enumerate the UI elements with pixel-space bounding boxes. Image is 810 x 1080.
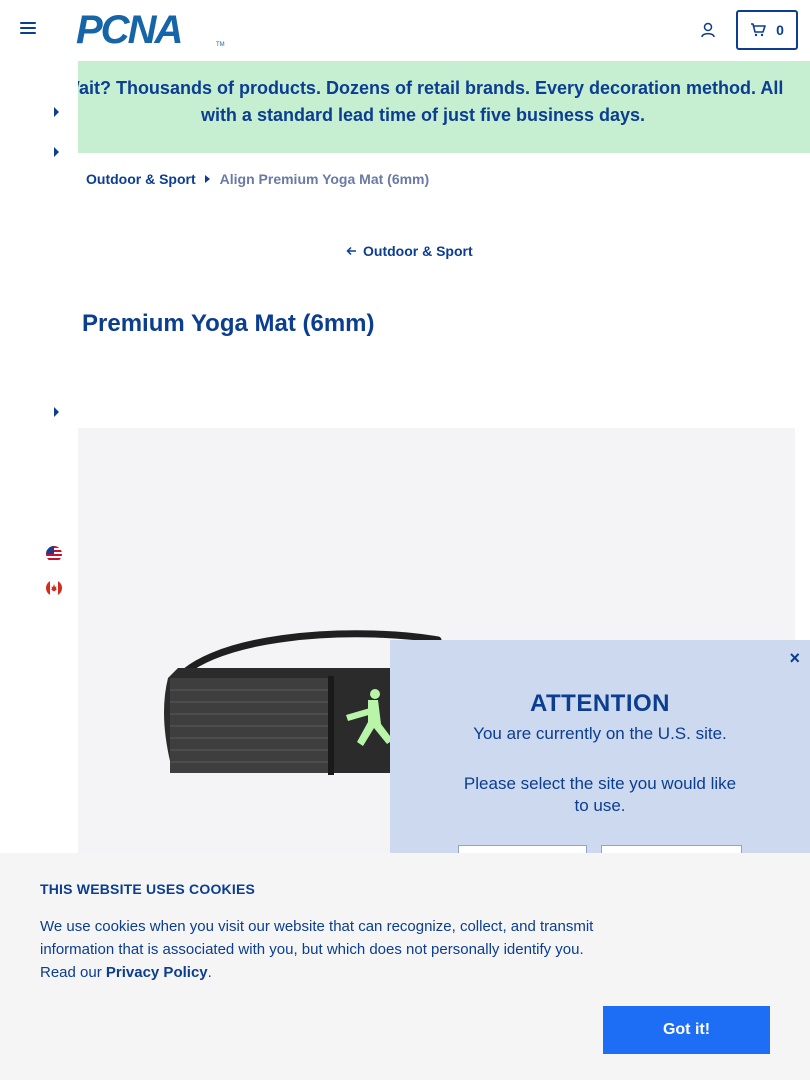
back-to-category-link[interactable]: Outdoor & Sport bbox=[346, 243, 473, 259]
side-caret-icon[interactable] bbox=[54, 147, 59, 157]
canada-flag-icon[interactable] bbox=[46, 580, 62, 596]
cookie-title: THIS WEBSITE USES COOKIES bbox=[40, 881, 256, 897]
breadcrumb-separator-icon bbox=[204, 175, 210, 183]
cookie-banner: THIS WEBSITE USES COOKIES We use cookies… bbox=[0, 853, 810, 1080]
cookie-period: . bbox=[207, 964, 212, 981]
promo-banner: Wait? Thousands of products. Dozens of r… bbox=[78, 61, 810, 153]
site-header: PCNA TM 0 bbox=[0, 0, 810, 61]
privacy-policy-link[interactable]: Privacy Policy bbox=[106, 964, 208, 981]
breadcrumb-category-link[interactable]: Outdoor & Sport bbox=[86, 171, 196, 187]
hamburger-menu-icon[interactable] bbox=[20, 22, 36, 36]
close-icon[interactable]: × bbox=[789, 648, 800, 669]
modal-prompt: Please select the site you would like to… bbox=[463, 774, 737, 815]
accept-cookies-button[interactable]: Got it! bbox=[603, 1006, 770, 1054]
us-flag-icon[interactable] bbox=[46, 546, 62, 562]
logo-text: PCNA bbox=[76, 8, 183, 52]
modal-title: ATTENTION bbox=[529, 690, 671, 717]
site-selection-modal: × ATTENTION You are currently on the U.S… bbox=[390, 640, 810, 859]
side-caret-icon[interactable] bbox=[54, 407, 59, 417]
cookie-text: We use cookies when you visit our websit… bbox=[40, 915, 610, 984]
cart-count: 0 bbox=[776, 22, 784, 38]
breadcrumb: Outdoor & Sport Align Premium Yoga Mat (… bbox=[86, 171, 429, 187]
back-link-label: Outdoor & Sport bbox=[363, 243, 473, 259]
promo-text: Wait? Thousands of products. Dozens of r… bbox=[78, 78, 784, 125]
side-caret-icon[interactable] bbox=[54, 107, 59, 117]
cart-icon bbox=[751, 23, 766, 37]
page-title: Premium Yoga Mat (6mm) bbox=[82, 310, 375, 337]
user-icon[interactable] bbox=[699, 21, 717, 39]
arrow-left-icon bbox=[346, 246, 356, 256]
breadcrumb-current: Align Premium Yoga Mat (6mm) bbox=[219, 171, 430, 187]
logo-trademark: TM bbox=[216, 42, 225, 48]
modal-subtitle: You are currently on the U.S. site. bbox=[473, 724, 727, 743]
pcna-logo[interactable]: PCNA TM bbox=[76, 10, 226, 52]
cart-button[interactable]: 0 bbox=[736, 10, 798, 50]
